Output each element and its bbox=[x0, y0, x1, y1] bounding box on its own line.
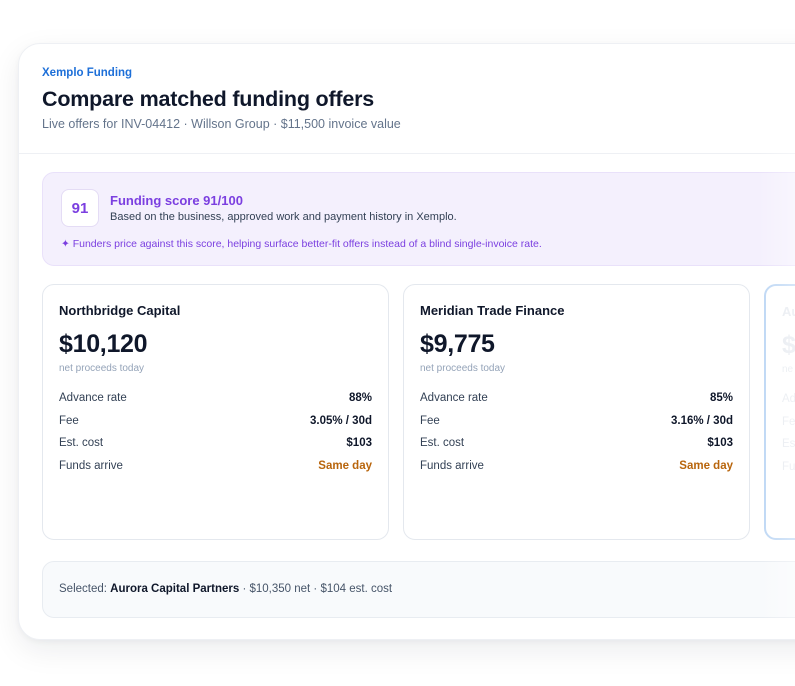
header: Xemplo Funding Compare matched funding o… bbox=[19, 44, 795, 154]
detail-value: $103 bbox=[346, 437, 372, 450]
brand-label: Xemplo Funding bbox=[42, 67, 133, 79]
detail-row-fee: Fee 3.16% / 30d bbox=[420, 410, 733, 433]
selected-offer-details: · $10,350 net · $104 est. cost bbox=[239, 583, 393, 595]
detail-label: Est. cost bbox=[420, 437, 465, 450]
detail-row-est-cost: Est. cost $103 bbox=[59, 432, 372, 455]
score-badge: 91 bbox=[61, 189, 99, 227]
detail-value: $103 bbox=[707, 437, 733, 450]
selected-prefix: Selected: bbox=[59, 583, 111, 595]
detail-row-est-cost: Est. cost $103 bbox=[420, 432, 733, 455]
offer-name: Au bbox=[782, 304, 795, 319]
detail-row-est-cost: Es bbox=[782, 433, 795, 456]
detail-value: Same day bbox=[679, 459, 733, 472]
detail-label: Est. cost bbox=[59, 437, 104, 450]
detail-value: 85% bbox=[709, 392, 733, 405]
offer-details: Ad Fe Es Fu bbox=[782, 388, 795, 478]
funding-score-panel: 91 Funding score 91/100 Based on the bus… bbox=[42, 172, 795, 266]
funding-offers-card: Xemplo Funding Compare matched funding o… bbox=[18, 43, 795, 640]
offer-details: Advance rate 88% Fee 3.05% / 30d Est. co… bbox=[59, 387, 372, 477]
detail-label: Funds arrive bbox=[59, 459, 123, 472]
selected-offer-summary: Selected: Aurora Capital Partners · $10,… bbox=[42, 561, 795, 618]
detail-row-advance-rate: Advance rate 85% bbox=[420, 387, 733, 410]
offer-amount: $ bbox=[782, 331, 795, 359]
detail-label: Advance rate bbox=[59, 392, 127, 405]
detail-row-funds-arrive: Fu bbox=[782, 456, 795, 479]
detail-value: Same day bbox=[318, 459, 372, 472]
offer-details: Advance rate 85% Fee 3.16% / 30d Est. co… bbox=[420, 387, 733, 477]
detail-label: Advance rate bbox=[420, 392, 488, 405]
offer-amount: $9,775 bbox=[420, 330, 495, 358]
detail-label: Fee bbox=[420, 414, 440, 427]
page-title: Compare matched funding offers bbox=[42, 87, 375, 111]
stage: Xemplo Funding Compare matched funding o… bbox=[0, 0, 795, 686]
detail-row-funds-arrive: Funds arrive Same day bbox=[59, 455, 372, 478]
detail-label: Fe bbox=[782, 415, 795, 428]
detail-label: Ad bbox=[782, 393, 795, 406]
score-description: Based on the business, approved work and… bbox=[110, 211, 457, 223]
score-note: ✦ Funders price against this score, help… bbox=[61, 238, 542, 250]
offer-name: Northbridge Capital bbox=[59, 303, 181, 318]
detail-value: 3.16% / 30d bbox=[670, 414, 733, 427]
offer-card-meridian[interactable]: Meridian Trade Finance $9,775 net procee… bbox=[403, 284, 750, 540]
offer-amount-caption: net proceeds today bbox=[59, 363, 145, 374]
offer-amount-caption: ne bbox=[782, 364, 794, 375]
offer-card-aurora-selected[interactable]: Au $ ne Ad Fe Es Fu bbox=[764, 284, 795, 540]
detail-label: Fee bbox=[59, 414, 79, 427]
score-title: Funding score 91/100 bbox=[110, 193, 243, 208]
detail-row-fee: Fee 3.05% / 30d bbox=[59, 410, 372, 433]
detail-value: 88% bbox=[348, 392, 372, 405]
detail-row-funds-arrive: Funds arrive Same day bbox=[420, 455, 733, 478]
offer-amount-caption: net proceeds today bbox=[420, 363, 506, 374]
detail-label: Funds arrive bbox=[420, 459, 484, 472]
page-subtitle: Live offers for INV-04412 · Willson Grou… bbox=[42, 117, 401, 131]
selected-offer-text: Selected: Aurora Capital Partners · $10,… bbox=[59, 583, 392, 595]
detail-row-advance-rate: Ad bbox=[782, 388, 795, 411]
offer-amount: $10,120 bbox=[59, 330, 148, 358]
offer-card-northbridge[interactable]: Northbridge Capital $10,120 net proceeds… bbox=[42, 284, 389, 540]
offer-name: Meridian Trade Finance bbox=[420, 303, 565, 318]
detail-row-advance-rate: Advance rate 88% bbox=[59, 387, 372, 410]
detail-label: Es bbox=[782, 438, 795, 451]
detail-label: Fu bbox=[782, 460, 795, 473]
detail-row-fee: Fe bbox=[782, 411, 795, 434]
detail-value: 3.05% / 30d bbox=[309, 414, 372, 427]
selected-offer-name: Aurora Capital Partners bbox=[110, 583, 240, 595]
